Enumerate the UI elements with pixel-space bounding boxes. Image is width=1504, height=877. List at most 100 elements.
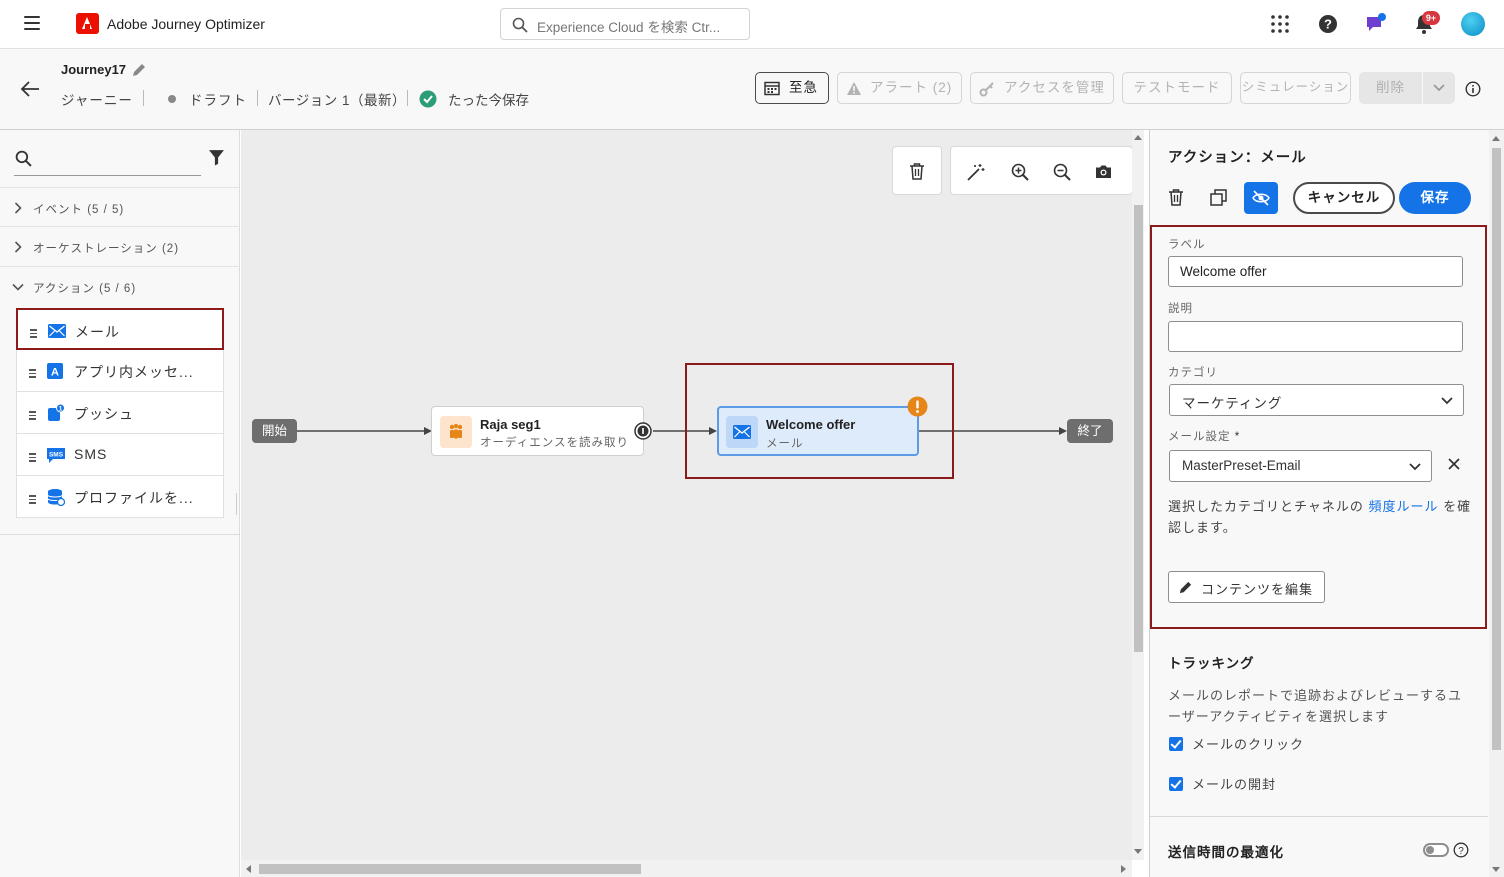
description-input[interactable]	[1168, 321, 1463, 352]
menu-icon[interactable]	[24, 16, 40, 30]
palette-search-input[interactable]	[14, 144, 201, 176]
avatar[interactable]	[1461, 12, 1485, 36]
alerts-button[interactable]: アラート (2)	[837, 72, 962, 104]
edit-content-button[interactable]: コンテンツを編集	[1168, 571, 1325, 603]
calendar-icon	[764, 81, 780, 96]
journey-type: ジャーニー	[61, 93, 133, 108]
visibility-toggle-button[interactable]	[1244, 182, 1278, 214]
category-actions[interactable]: アクション (5 / 6)	[0, 267, 240, 307]
chevron-down-icon	[1433, 84, 1445, 92]
cancel-button[interactable]: キャンセル	[1293, 182, 1395, 214]
help-icon[interactable]: ?	[1316, 12, 1340, 36]
magic-wand-icon[interactable]	[967, 163, 985, 181]
zoom-out-icon[interactable]	[1053, 163, 1071, 181]
track-clicks-label: メールのクリック	[1192, 737, 1305, 752]
save-button[interactable]: 保存	[1399, 182, 1471, 214]
node-info-icon[interactable]	[634, 422, 652, 440]
sms-icon: SMS	[47, 448, 65, 463]
action-email[interactable]: メール	[16, 308, 224, 350]
alert-icon	[847, 82, 861, 95]
label-field-label: ラベル	[1168, 239, 1206, 251]
chat-assistant-icon[interactable]	[1364, 12, 1388, 36]
drag-handle-icon	[29, 369, 36, 380]
horizontal-scrollbar[interactable]	[241, 860, 1132, 877]
end-node[interactable]: 終了	[1067, 419, 1113, 443]
schedule-button[interactable]: 至急	[755, 72, 829, 104]
email-settings-select[interactable]: MasterPreset-Email	[1169, 450, 1432, 482]
app-name: Adobe Journey Optimizer	[107, 16, 265, 32]
journey-version: バージョン 1（最新）	[268, 93, 406, 108]
category-select[interactable]: マーケティング	[1169, 384, 1464, 416]
journey-canvas[interactable]: 開始 終了 Raja seg1 オーディエンスを読み取り Welcome off…	[241, 130, 1133, 877]
chevron-down-icon	[1409, 463, 1421, 471]
pencil-icon	[1179, 581, 1192, 594]
email-node-subtitle: メール	[766, 438, 804, 450]
delete-dropdown-button[interactable]	[1423, 72, 1455, 104]
canvas-toolbar	[950, 146, 1133, 195]
journey-status: ドラフト	[189, 93, 247, 108]
test-mode-button[interactable]: テストモード	[1122, 72, 1232, 104]
track-opens-checkbox[interactable]	[1169, 777, 1183, 791]
email-node[interactable]: Welcome offer メール	[717, 406, 919, 456]
category-events[interactable]: イベント (5 / 5)	[0, 187, 240, 227]
zoom-in-icon[interactable]	[1011, 163, 1029, 181]
label-input[interactable]: Welcome offer	[1168, 256, 1463, 287]
chevron-right-icon	[14, 202, 22, 214]
frequency-rules-link[interactable]: 頻度ルール	[1369, 499, 1439, 514]
chevron-down-icon	[1441, 397, 1453, 405]
send-time-optimization-title: 送信時間の最適化	[1168, 845, 1284, 860]
email-icon	[48, 324, 66, 338]
adobe-logo-icon	[76, 13, 99, 34]
warning-icon[interactable]	[907, 396, 928, 417]
canvas-vertical-scrollbar[interactable]	[1132, 130, 1144, 860]
manage-access-button[interactable]: アクセスを管理	[970, 72, 1114, 104]
drag-handle-icon	[29, 453, 36, 464]
drag-handle-icon	[29, 411, 36, 422]
frequency-rules-text: 選択したカテゴリとチャネルの 頻度ルール を確認します。	[1168, 499, 1472, 535]
drag-handle-icon	[30, 329, 37, 340]
action-sms[interactable]: SMS SMS	[16, 434, 224, 476]
svg-text:A: A	[51, 367, 59, 379]
profile-update-icon	[47, 489, 65, 506]
journey-header: Journey17 ジャーニー ドラフト バージョン 1（最新） たった今保存 …	[0, 49, 1504, 130]
audience-node-title: Raja seg1	[480, 417, 541, 432]
track-clicks-checkbox[interactable]	[1169, 737, 1183, 751]
drag-handle-icon	[29, 495, 36, 506]
email-node-title: Welcome offer	[766, 417, 856, 432]
tracking-description: メールのレポートで追跡およびレビューするユーザーアクティビティを選択します	[1168, 688, 1463, 724]
info-icon[interactable]	[1465, 81, 1481, 97]
simulation-button[interactable]: シミュレーション	[1240, 72, 1351, 104]
action-in-app[interactable]: A アプリ内メッセ...	[16, 350, 224, 392]
audience-icon	[440, 416, 472, 448]
start-node[interactable]: 開始	[252, 419, 297, 443]
email-icon	[726, 416, 758, 448]
apps-grid-icon[interactable]	[1268, 12, 1292, 36]
save-status: たった今保存	[448, 93, 529, 108]
trash-icon[interactable]	[1168, 189, 1184, 206]
back-arrow-icon[interactable]	[20, 80, 40, 98]
check-circle-icon	[419, 90, 437, 108]
send-time-toggle[interactable]	[1423, 843, 1449, 857]
panel-vertical-scrollbar[interactable]	[1489, 130, 1504, 877]
action-push[interactable]: 1 プッシュ	[16, 392, 224, 434]
edit-pencil-icon[interactable]	[131, 62, 147, 78]
audience-node[interactable]: Raja seg1 オーディエンスを読み取り	[431, 406, 644, 456]
svg-text:1: 1	[59, 406, 63, 413]
clear-icon[interactable]	[1448, 458, 1460, 470]
delete-button[interactable]: 削除	[1359, 72, 1422, 104]
chevron-right-icon	[14, 241, 22, 253]
trash-icon	[910, 163, 924, 180]
filter-icon[interactable]	[208, 149, 225, 166]
action-profile-update[interactable]: プロファイルを...	[16, 476, 224, 518]
push-icon: 1	[48, 404, 65, 421]
help-icon[interactable]: ?	[1453, 842, 1469, 858]
properties-panel: アクション：メール キャンセル 保存 ラベル Welcome offer 説明 …	[1149, 130, 1489, 877]
duplicate-icon[interactable]	[1210, 189, 1227, 206]
camera-icon[interactable]	[1095, 164, 1112, 179]
category-orchestration[interactable]: オーケストレーション (2)	[0, 227, 240, 267]
journey-title: Journey17	[61, 62, 127, 77]
description-field-label: 説明	[1168, 303, 1193, 315]
notification-badge: 9+	[1422, 11, 1440, 25]
canvas-delete-button[interactable]	[892, 146, 942, 195]
search-input[interactable]: Experience Cloud を検索 Ctr...	[500, 8, 750, 40]
